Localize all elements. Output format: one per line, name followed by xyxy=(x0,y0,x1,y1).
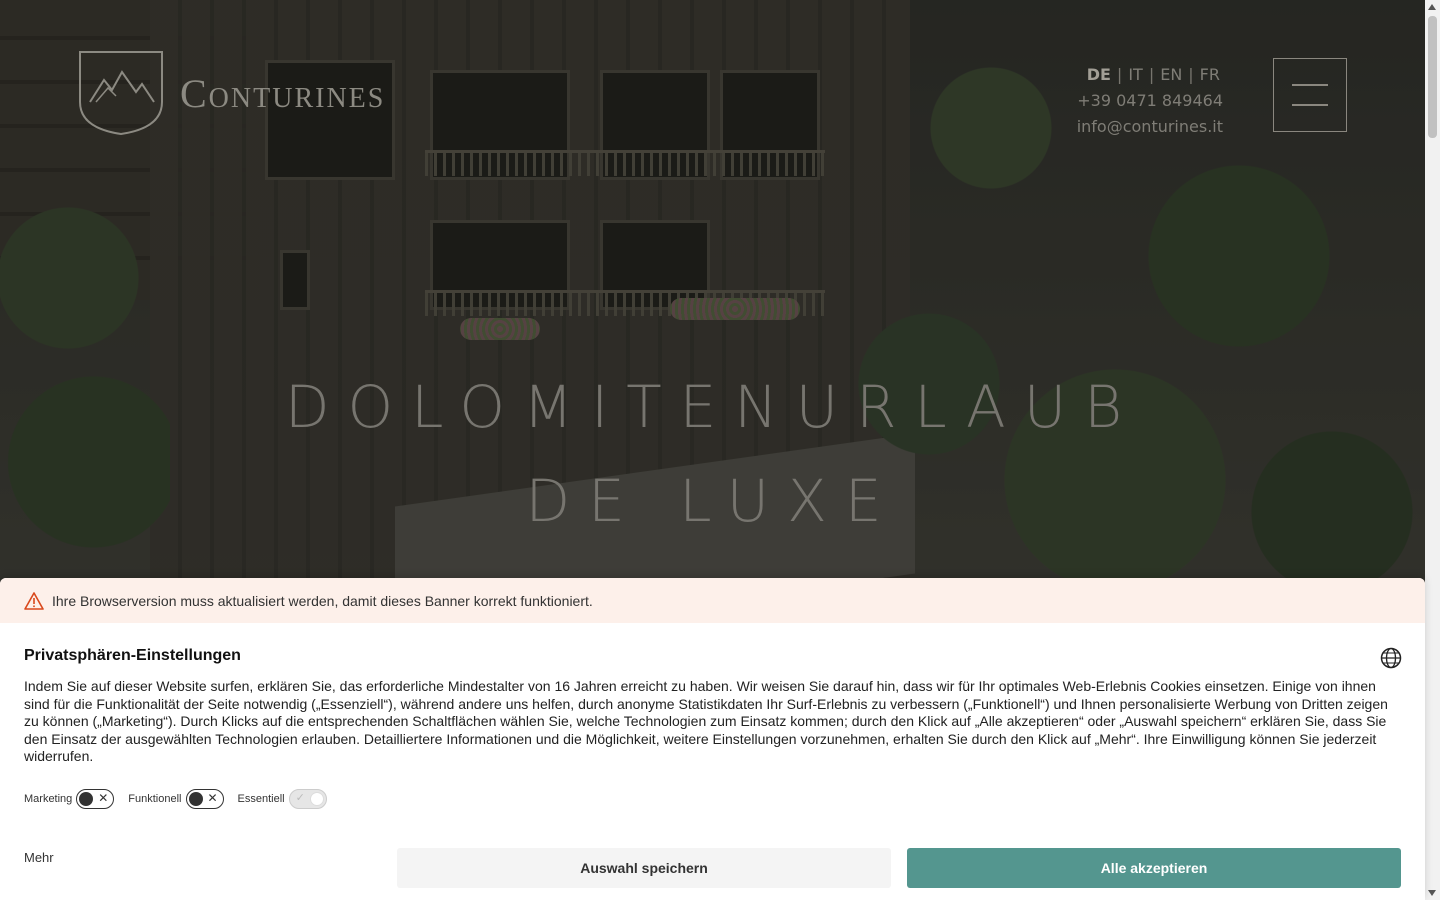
language-switcher: DE | IT | EN | FR xyxy=(1086,65,1220,84)
lang-en[interactable]: EN xyxy=(1160,65,1182,84)
browser-warning-bar: Ihre Browserversion muss aktualisiert we… xyxy=(0,578,1425,623)
consent-description: Indem Sie auf dieser Website surfen, erk… xyxy=(24,678,1388,764)
lang-fr[interactable]: FR xyxy=(1200,65,1220,84)
phone-link[interactable]: +39 0471 849464 xyxy=(1077,88,1223,114)
cookie-consent-banner: Ihre Browserversion muss aktualisiert we… xyxy=(0,578,1425,900)
hero-headline: DOLOMITENURLAUB DE LUXE xyxy=(0,360,1425,548)
accept-all-button[interactable]: Alle akzeptieren xyxy=(907,848,1401,888)
scroll-down-arrow-icon[interactable] xyxy=(1428,890,1436,896)
toggle-label-functional: Funktionell xyxy=(128,792,182,805)
page-scrollbar[interactable] xyxy=(1425,0,1440,900)
hotel-logo[interactable]: Conturines xyxy=(78,50,385,136)
scroll-up-arrow-icon[interactable] xyxy=(1428,4,1436,10)
contact-info: DE | IT | EN | FR +39 0471 849464 info@conturi… xyxy=(1077,62,1223,140)
headline-line-1: DOLOMITENURLAUB xyxy=(284,373,1141,441)
browser-warning-text: Ihre Browserversion muss aktualisiert we… xyxy=(52,592,593,609)
save-selection-button[interactable]: Auswahl speichern xyxy=(397,848,891,888)
marketing-toggle[interactable]: ✕ xyxy=(76,788,115,809)
hamburger-icon xyxy=(1292,84,1328,86)
essential-toggle: ✓ xyxy=(288,788,327,809)
lang-de[interactable]: DE xyxy=(1087,65,1111,84)
warning-icon xyxy=(24,591,44,610)
functional-toggle[interactable]: ✕ xyxy=(185,788,224,809)
headline-line-2: DE LUXE xyxy=(525,467,900,535)
more-link[interactable]: Mehr xyxy=(24,850,54,865)
toggle-label-marketing: Marketing xyxy=(24,792,73,805)
lang-it[interactable]: IT xyxy=(1128,65,1143,84)
logo-text: Conturines xyxy=(180,70,386,116)
mountain-shield-icon xyxy=(79,51,163,136)
consent-title: Privatsphären-Einstellungen xyxy=(24,647,241,664)
menu-button[interactable] xyxy=(1273,58,1347,132)
email-link[interactable]: info@conturines.it xyxy=(1077,114,1223,140)
toggle-label-essential: Essentiell xyxy=(237,792,285,805)
consent-toggles: Marketing ✕ Funktionell ✕ Essentiell ✓ xyxy=(24,788,1401,809)
scrollbar-thumb[interactable] xyxy=(1428,16,1437,138)
globe-language-icon[interactable] xyxy=(1380,647,1402,669)
